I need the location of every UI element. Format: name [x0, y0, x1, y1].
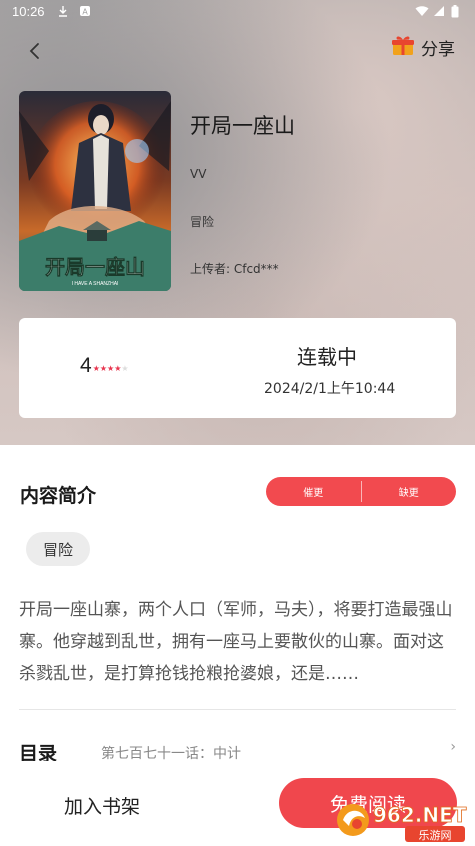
synopsis-text[interactable]: 开局一座山寨，两个人口（军师，马夫），将要打造最强山寨。他穿越到乱世，拥有一座马…: [19, 594, 459, 690]
book-uploader: 上传者: Cfcd***: [190, 262, 279, 276]
status-time: 10:26: [12, 3, 45, 19]
report-missing-button[interactable]: 缺更: [362, 477, 457, 506]
rating-value: 4: [80, 354, 92, 377]
add-to-shelf-button[interactable]: 加入书架: [64, 792, 140, 819]
book-author[interactable]: VV: [190, 167, 206, 181]
gift-icon: [391, 34, 415, 61]
update-action-group: 催更 缺更: [266, 477, 456, 506]
download-icon: [57, 5, 69, 17]
share-label: 分享: [421, 39, 455, 60]
update-time: 2024/2/1上午10:44: [264, 381, 396, 397]
catalog-label: 目录: [19, 743, 58, 761]
back-button[interactable]: [22, 40, 48, 66]
urge-update-button[interactable]: 催更: [266, 477, 361, 506]
catalog-row[interactable]: 目录 第七百七十一话：中计 ›: [19, 735, 456, 761]
svg-text:A: A: [82, 8, 88, 17]
cover-subtitle-art: I HAVE A SHANZHAI: [72, 281, 119, 287]
cover-title-art: 开局一座山: [45, 255, 145, 279]
watermark-brand: 962.NET: [373, 803, 467, 827]
signal-icon: [433, 5, 445, 17]
intro-title: 内容简介: [20, 485, 97, 507]
genre-tag[interactable]: 冒险: [26, 532, 90, 566]
serial-status: 连载中: [297, 345, 357, 369]
share-button[interactable]: 分享: [391, 33, 455, 61]
status-bar: 10:26 A: [0, 0, 475, 22]
book-genre: 冒险: [190, 215, 215, 229]
chevron-left-icon: [28, 42, 42, 64]
latest-chapter: 第七百七十一话：中计: [101, 746, 241, 761]
book-info-card: 4 ★★★★★ 连载中 2024/2/1上午10:44: [19, 318, 456, 418]
site-watermark-logo: 962.NET 乐游网: [335, 798, 470, 844]
book-title: 开局一座山: [190, 114, 295, 138]
rating: 4 ★★★★★: [80, 354, 129, 378]
wifi-icon: [415, 5, 429, 17]
battery-icon: [451, 5, 463, 18]
book-cover-image[interactable]: 开局一座山 I HAVE A SHANZHAI: [19, 91, 171, 291]
chevron-right-icon: ›: [450, 739, 456, 755]
watermark-sub: 乐游网: [419, 829, 452, 842]
divider: [19, 709, 456, 710]
rating-stars: ★★★★★: [92, 364, 129, 373]
app-a-icon: A: [79, 5, 91, 17]
